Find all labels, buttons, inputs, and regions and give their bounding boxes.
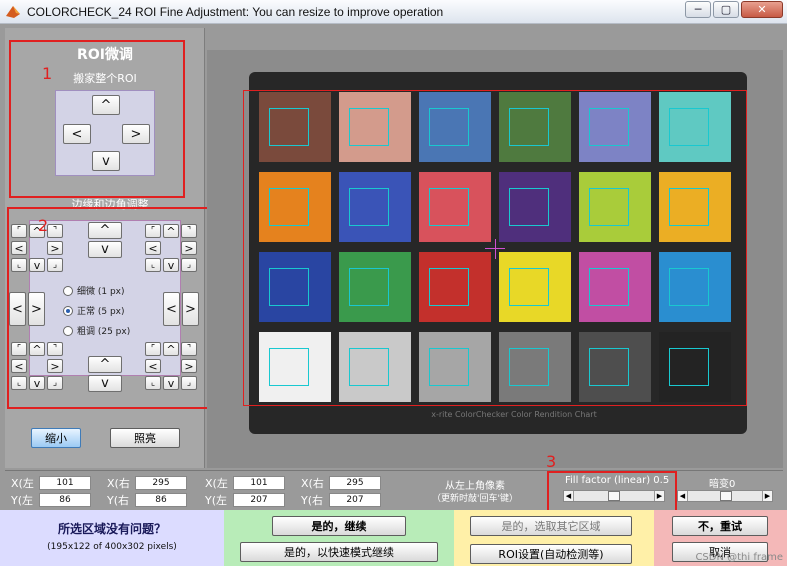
shrink-button[interactable]: 缩小 (31, 428, 81, 448)
y-left-label-1: Y(左 (11, 494, 34, 507)
close-button[interactable]: ✕ (741, 1, 783, 18)
y-right-label-2: Y(右 (301, 494, 324, 507)
roi-settings-button[interactable]: ROI设置(自动检测等) (470, 544, 632, 564)
footer: 所选区域没有问题？ (195x122 of 400x302 pixels) 是的… (0, 510, 787, 566)
annotation-box-3 (547, 471, 677, 513)
x-left-field-1[interactable]: 101 (39, 476, 91, 490)
center-crosshair-h (485, 248, 505, 249)
annotation-number-1: 1 (42, 64, 53, 83)
x-right-field-1[interactable]: 295 (135, 476, 187, 490)
y-left-field-1[interactable]: 86 (39, 493, 91, 507)
watermark-text: CSDN @thi frame (695, 552, 783, 563)
yes-fast-mode-button[interactable]: 是的，以快速模式继续 (240, 542, 438, 562)
coords-hint-line2: （更新时敲'回车'键） (432, 494, 518, 504)
minimize-button[interactable]: ─ (685, 1, 711, 18)
y-left-label-2: Y(左 (205, 494, 228, 507)
question-zone: 所选区域没有问题？ (195x122 of 400x302 pixels) (0, 510, 224, 566)
accept-zone: 是的，继续 是的，以快速模式继续 (224, 510, 454, 566)
annotation-box-2 (7, 207, 214, 409)
slider-thumb[interactable] (720, 491, 732, 501)
matlab-app-icon (6, 5, 20, 18)
x-left-label-1: X(左 (11, 477, 34, 490)
annotation-box-1 (9, 40, 185, 198)
y-right-field-1[interactable]: 86 (135, 493, 187, 507)
x-left-label-2: X(左 (205, 477, 228, 490)
yes-continue-button[interactable]: 是的，继续 (272, 516, 406, 536)
yes-select-other-button[interactable]: 是的，选取其它区域 (470, 516, 632, 536)
slider-left-arrow-icon[interactable]: ◀ (678, 491, 688, 501)
no-retry-button[interactable]: 不，重试 (672, 516, 768, 536)
slider-right-arrow-icon[interactable]: ▶ (762, 491, 772, 501)
expand-button[interactable]: 照亮 (110, 428, 180, 448)
x-right-label-2: X(右 (301, 477, 324, 490)
checker-caption: x-rite ColorChecker Color Rendition Char… (431, 410, 597, 419)
center-crosshair-v (495, 239, 496, 259)
annotation-number-2: 2 (38, 216, 49, 235)
y-right-label-1: Y(右 (107, 494, 130, 507)
size-info-text: (195x122 of 400x302 pixels) (47, 542, 177, 552)
x-left-field-2[interactable]: 101 (233, 476, 285, 490)
window-title: COLORCHECK_24 ROI Fine Adjustment: You c… (27, 4, 444, 19)
y-left-field-2[interactable]: 207 (233, 493, 285, 507)
question-text: 所选区域没有问题？ (57, 522, 166, 536)
coords-hint-line1: 从左上角像素 (445, 481, 505, 492)
y-right-field-2[interactable]: 207 (329, 493, 381, 507)
alternative-zone: 是的，选取其它区域 ROI设置(自动检测等) (454, 510, 654, 566)
image-preview[interactable]: x-rite ColorChecker Color Rendition Char… (207, 50, 783, 468)
vignette-slider[interactable]: ◀ ▶ (677, 490, 773, 502)
title-bar: COLORCHECK_24 ROI Fine Adjustment: You c… (0, 0, 787, 24)
vignette-label: 暗变0 (709, 479, 736, 490)
x-right-label-1: X(右 (107, 477, 130, 490)
annotation-number-3: 3 (546, 452, 557, 471)
maximize-button[interactable]: ▢ (713, 1, 739, 18)
x-right-field-2[interactable]: 295 (329, 476, 381, 490)
